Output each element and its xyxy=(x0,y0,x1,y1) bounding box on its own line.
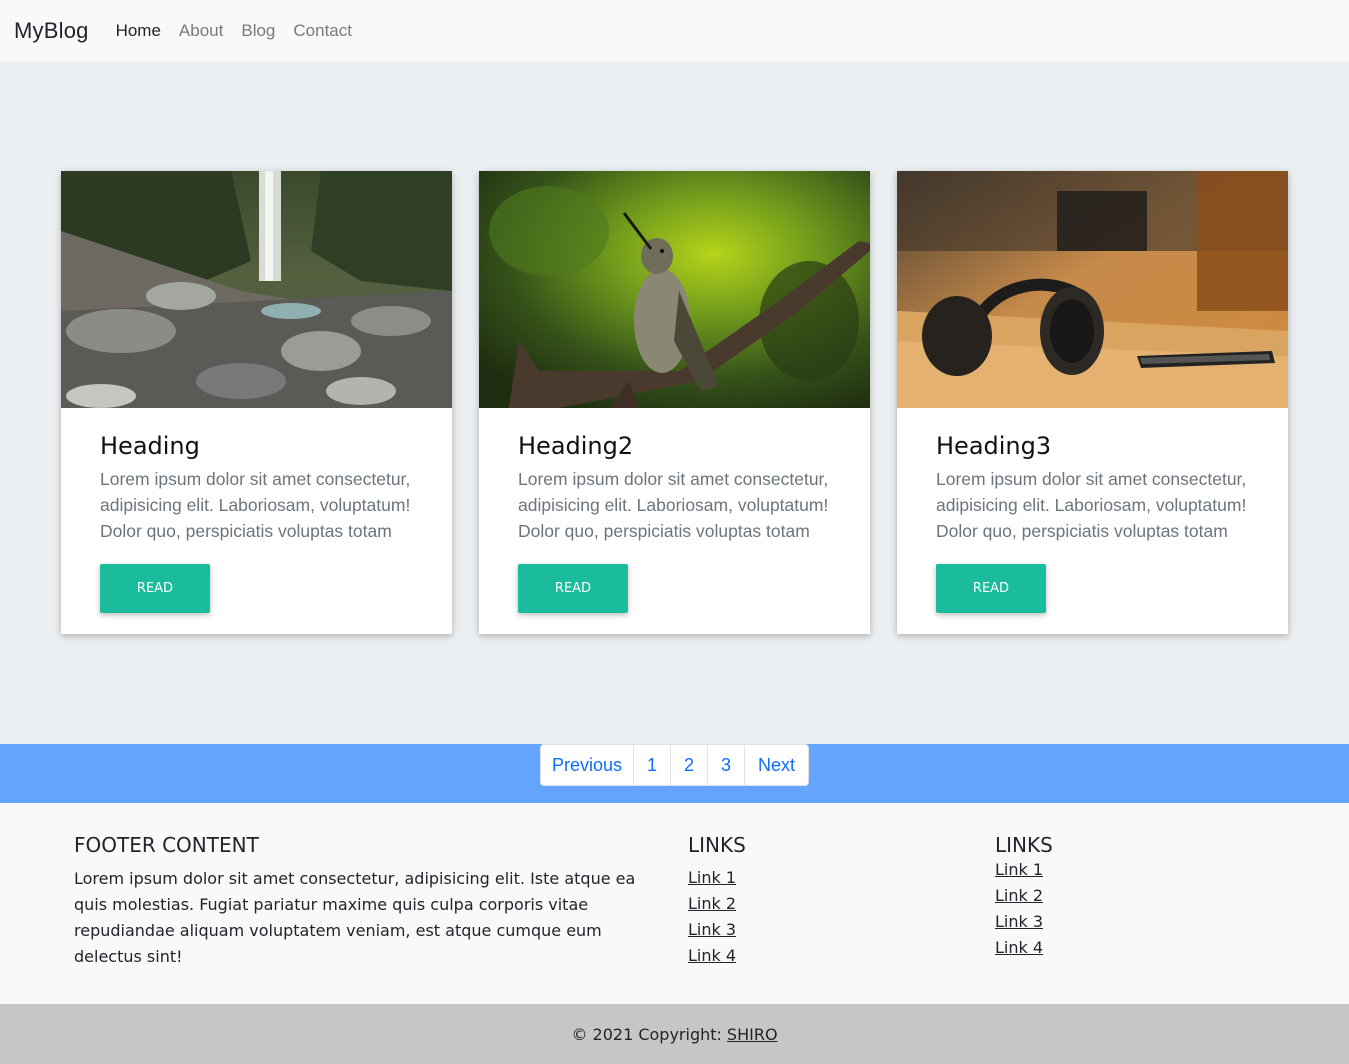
card-body: Heading Lorem ipsum dolor sit amet conse… xyxy=(61,408,452,613)
pagination-page-3[interactable]: 3 xyxy=(708,745,745,785)
navbar: MyBlog Home About Blog Contact xyxy=(0,0,1349,61)
footer-link-2[interactable]: Link 2 xyxy=(995,886,1043,905)
pagination: Previous 1 2 3 Next xyxy=(540,744,809,786)
footer-links-heading: LINKS xyxy=(688,833,746,857)
hummingbird-image xyxy=(479,171,870,408)
pagination-previous[interactable]: Previous xyxy=(541,745,634,785)
blog-card: Heading2 Lorem ipsum dolor sit amet cons… xyxy=(479,171,870,634)
footer-link-4[interactable]: Link 4 xyxy=(995,938,1043,957)
footer-links-list: Link 1 Link 2 Link 3 Link 4 xyxy=(688,865,746,969)
footer-link-3[interactable]: Link 3 xyxy=(995,912,1043,931)
card-text: Lorem ipsum dolor sit amet consectetur, … xyxy=(100,469,411,541)
nav-link-about[interactable]: About xyxy=(179,21,223,41)
read-button[interactable]: READ xyxy=(936,564,1046,613)
card-body: Heading2 Lorem ipsum dolor sit amet cons… xyxy=(479,408,870,613)
brand-logo[interactable]: MyBlog xyxy=(14,18,89,44)
card-title: Heading xyxy=(100,432,200,460)
headphones-image xyxy=(897,171,1288,408)
pagination-page-2[interactable]: 2 xyxy=(671,745,708,785)
footer-links-list: Link 1 Link 2 Link 3 Link 4 xyxy=(995,857,1053,961)
nav-link-contact[interactable]: Contact xyxy=(293,21,352,41)
waterfall-image xyxy=(61,171,452,408)
footer-links-heading: LINKS xyxy=(995,833,1053,857)
footer-link-2[interactable]: Link 2 xyxy=(688,894,736,913)
footer-links-col-1: LINKS Link 1 Link 2 Link 3 Link 4 xyxy=(688,833,746,969)
footer-text: Lorem ipsum dolor sit amet consectetur, … xyxy=(74,869,636,966)
read-button[interactable]: READ xyxy=(100,564,210,613)
card-grid: Heading Lorem ipsum dolor sit amet conse… xyxy=(61,171,1288,634)
footer-links-col-2: LINKS Link 1 Link 2 Link 3 Link 4 xyxy=(995,833,1053,961)
blog-card: Heading3 Lorem ipsum dolor sit amet cons… xyxy=(897,171,1288,634)
footer-content: FOOTER CONTENT Lorem ipsum dolor sit ame… xyxy=(74,833,664,970)
nav-link-blog[interactable]: Blog xyxy=(241,21,275,41)
copyright-bar: © 2021 Copyright: SHIRO xyxy=(0,1004,1349,1064)
copyright-link[interactable]: SHIRO xyxy=(727,1025,778,1044)
card-text: Lorem ipsum dolor sit amet consectetur, … xyxy=(936,469,1247,541)
pagination-next[interactable]: Next xyxy=(745,745,808,785)
card-title: Heading2 xyxy=(518,432,634,460)
blog-card: Heading Lorem ipsum dolor sit amet conse… xyxy=(61,171,452,634)
footer-link-1[interactable]: Link 1 xyxy=(995,860,1043,879)
nav-link-home[interactable]: Home xyxy=(116,21,161,41)
card-text: Lorem ipsum dolor sit amet consectetur, … xyxy=(518,469,829,541)
copyright-text: © 2021 Copyright: xyxy=(571,1024,722,1044)
footer-link-1[interactable]: Link 1 xyxy=(688,868,736,887)
read-button[interactable]: READ xyxy=(518,564,628,613)
footer: FOOTER CONTENT Lorem ipsum dolor sit ame… xyxy=(0,803,1349,1004)
footer-heading: FOOTER CONTENT xyxy=(74,833,259,857)
card-body: Heading3 Lorem ipsum dolor sit amet cons… xyxy=(897,408,1288,613)
footer-link-3[interactable]: Link 3 xyxy=(688,920,736,939)
pagination-page-1[interactable]: 1 xyxy=(634,745,671,785)
card-title: Heading3 xyxy=(936,432,1052,460)
footer-link-4[interactable]: Link 4 xyxy=(688,946,736,965)
